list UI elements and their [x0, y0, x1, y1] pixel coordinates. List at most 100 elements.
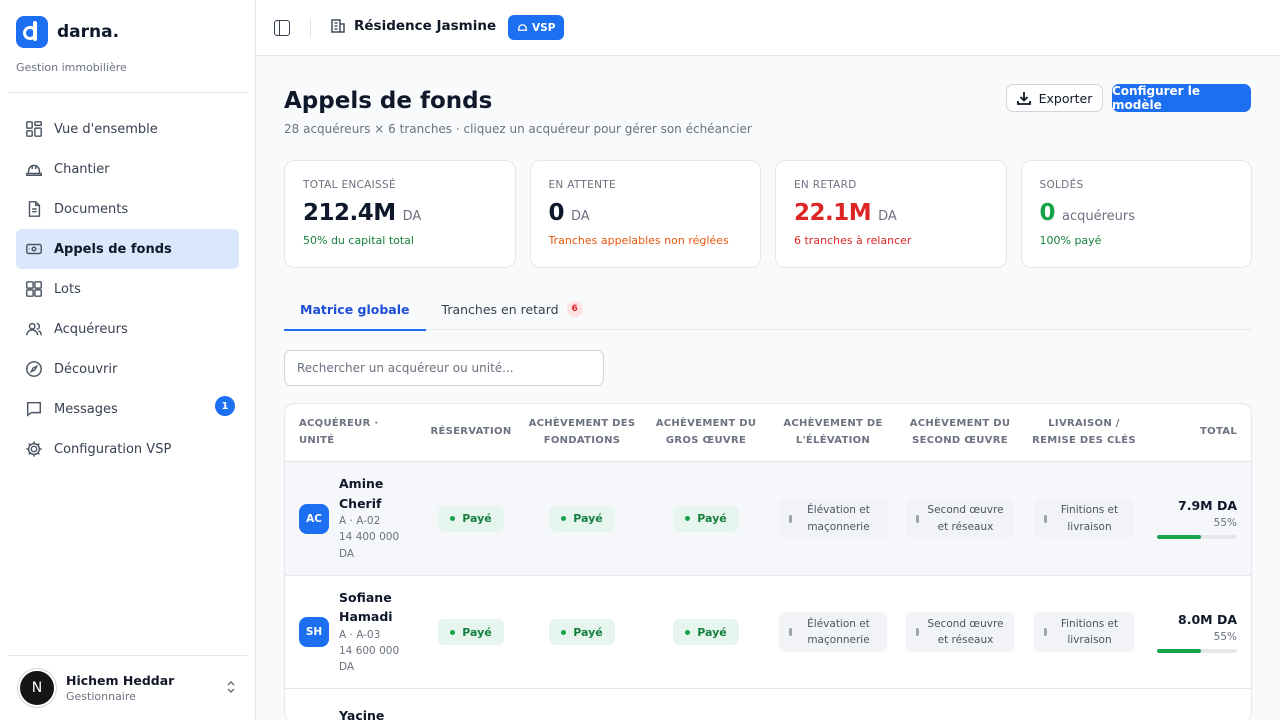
column-header[interactable]: LIVRAISON / REMISE DES CLÉS: [1023, 416, 1145, 449]
funds-matrix-table: ACQUÉREUR · UNITÉ RÉSERVATION ACHÈVEMENT…: [284, 403, 1252, 720]
progress-bar: [1157, 535, 1237, 539]
avatar: N: [18, 669, 56, 707]
column-header[interactable]: RÉSERVATION: [421, 424, 521, 441]
table-row[interactable]: AC Amine Cherif A · A-02 14 400 000 DA P…: [285, 462, 1251, 576]
status-label: Second œuvre et réseaux: [927, 504, 1004, 533]
document-icon: [24, 199, 44, 219]
hard-hat-icon: [24, 159, 44, 179]
buyer-name: Amine Cherif: [339, 476, 384, 511]
count-badge: 6: [566, 301, 583, 317]
status-badge-pending: Finitions et livraison: [1034, 498, 1134, 539]
export-button[interactable]: Exporter: [1006, 84, 1103, 112]
tranche-cell[interactable]: Payé: [421, 576, 521, 688]
grid-icon: [24, 279, 44, 299]
status-badge-paid: Payé: [438, 619, 504, 645]
sidebar-item-label: Configuration VSP: [54, 441, 172, 457]
column-header[interactable]: ACQUÉREUR · UNITÉ: [285, 416, 421, 449]
column-header[interactable]: ACHÈVEMENT DES FONDATIONS: [521, 416, 643, 449]
buyer-name: Sofiane Hamadi: [339, 589, 393, 625]
tranche-cell[interactable]: Finitions et livraison: [1023, 576, 1145, 688]
tranche-cell[interactable]: Payé: [643, 462, 769, 575]
progress-fill: [1157, 535, 1201, 539]
buyer-name: Yacine: [339, 707, 385, 720]
sidebar-item-label: Appels de fonds: [54, 241, 172, 257]
page-title: Appels de fonds: [284, 88, 493, 114]
buyer-amount: 14 600 000 DA: [339, 644, 400, 674]
project-switcher[interactable]: Résidence Jasmine: [330, 18, 520, 34]
tranche-cell[interactable]: Payé: [521, 576, 643, 688]
sidebar-item-vue-ensemble[interactable]: Vue d'ensemble: [16, 109, 239, 149]
status-bar-icon: [1044, 628, 1047, 636]
sidebar-item-messages[interactable]: Messages 1: [16, 389, 239, 429]
tab-matrice-globale[interactable]: Matrice globale: [284, 288, 426, 331]
sidebar-item-appels-de-fonds[interactable]: Appels de fonds: [16, 229, 239, 269]
table-row[interactable]: Yacine: [285, 689, 1251, 720]
vsp-badge-label: VSP: [532, 21, 556, 34]
search-input[interactable]: [284, 350, 604, 386]
tranche-cell[interactable]: Payé: [421, 462, 521, 575]
tranche-cell[interactable]: Élévation et maçonnerie: [769, 462, 897, 575]
avatar: AC: [299, 503, 329, 534]
sidebar-item-documents[interactable]: Documents: [16, 189, 239, 229]
tranche-cell[interactable]: Second œuvre et réseaux: [897, 576, 1023, 688]
status-dot-icon: [685, 516, 691, 521]
buyer-cell[interactable]: SH Sofiane Hamadi A · A-03 14 600 000 DA: [285, 576, 421, 688]
status-dot-icon: [685, 629, 691, 635]
column-header[interactable]: ACHÈVEMENT DU GROS ŒUVRE: [643, 416, 769, 449]
kpi-value: 0: [1039, 200, 1056, 226]
status-badge-paid: Payé: [438, 505, 504, 532]
status-label: Second œuvre et réseaux: [927, 617, 1004, 646]
kpi-note: Tranches appelables non réglées: [548, 234, 729, 247]
sidebar-item-lots[interactable]: Lots: [16, 269, 239, 309]
status-badge-paid: Payé: [549, 505, 615, 532]
grid-icon: [24, 119, 44, 139]
brand[interactable]: darna.: [16, 16, 119, 48]
kpi-unit: DA: [402, 209, 422, 224]
sidebar-item-chantier[interactable]: Chantier: [16, 149, 239, 189]
status-bar-icon: [916, 628, 919, 636]
kpi-unit: DA: [571, 209, 590, 224]
page-subtitle: 28 acquéreurs × 6 tranches · cliquez un …: [284, 122, 752, 136]
status-label: Payé: [462, 625, 492, 639]
buyer-unit: A · A-02: [339, 515, 381, 528]
status-bar-icon: [789, 514, 792, 523]
tranche-cell[interactable]: Second œuvre et réseaux: [897, 462, 1023, 575]
total-percent: 55%: [1213, 630, 1237, 643]
tranche-cell[interactable]: Payé: [521, 462, 643, 575]
sidebar-item-acquereurs[interactable]: Acquéreurs: [16, 309, 239, 349]
sidebar-item-decouvrir[interactable]: Découvrir: [16, 349, 239, 389]
sidebar-item-label: Lots: [54, 281, 81, 297]
status-label: Finitions et livraison: [1060, 617, 1119, 646]
sidebar-item-label: Documents: [54, 201, 129, 217]
divider: [8, 655, 247, 656]
kpi-value: 0: [548, 200, 565, 226]
sidebar-toggle-icon[interactable]: [274, 20, 290, 36]
vsp-badge[interactable]: VSP: [508, 15, 565, 40]
kpi-label: TOTAL ENCAISSÉ: [303, 179, 396, 191]
user-name: Hichem Heddar: [66, 673, 175, 688]
tab-tranches-en-retard[interactable]: Tranches en retard 6: [426, 288, 599, 330]
sidebar-nav: Vue d'ensemble Chantier Documents Appels…: [16, 109, 239, 469]
column-header[interactable]: ACHÈVEMENT DU SECOND ŒUVRE: [897, 416, 1023, 449]
status-label: Payé: [573, 625, 603, 639]
column-header[interactable]: TOTAL: [1145, 424, 1251, 441]
column-header[interactable]: ACHÈVEMENT DE L'ÉLÉVATION: [769, 416, 897, 449]
configure-template-button[interactable]: Configurer le modèle: [1112, 84, 1251, 112]
building-icon: [331, 19, 345, 33]
buyer-cell[interactable]: AC Amine Cherif A · A-02 14 400 000 DA: [285, 462, 421, 575]
tranche-cell[interactable]: Finitions et livraison: [1023, 462, 1145, 575]
status-badge-paid: Payé: [549, 619, 615, 645]
status-badge-pending: Second œuvre et réseaux: [906, 612, 1014, 652]
status-badge-paid: Payé: [673, 619, 739, 645]
kpi-card-en-retard: EN RETARD 22.1M DA 6 tranches à relancer: [775, 160, 1007, 268]
download-icon: [1016, 92, 1031, 105]
sidebar-item-configuration-vsp[interactable]: Configuration VSP: [16, 429, 239, 469]
darna-logo-icon: [16, 16, 48, 48]
table-row[interactable]: SH Sofiane Hamadi A · A-03 14 600 000 DA…: [285, 576, 1251, 689]
tranche-cell[interactable]: Payé: [643, 576, 769, 688]
buyer-cell[interactable]: Yacine: [285, 689, 421, 720]
progress-bar: [1157, 648, 1237, 653]
total-amount: 8.0M DA: [1178, 611, 1237, 627]
tranche-cell[interactable]: Élévation et maçonnerie: [769, 576, 897, 688]
user-menu[interactable]: N Hichem Heddar Gestionnaire: [18, 664, 240, 712]
